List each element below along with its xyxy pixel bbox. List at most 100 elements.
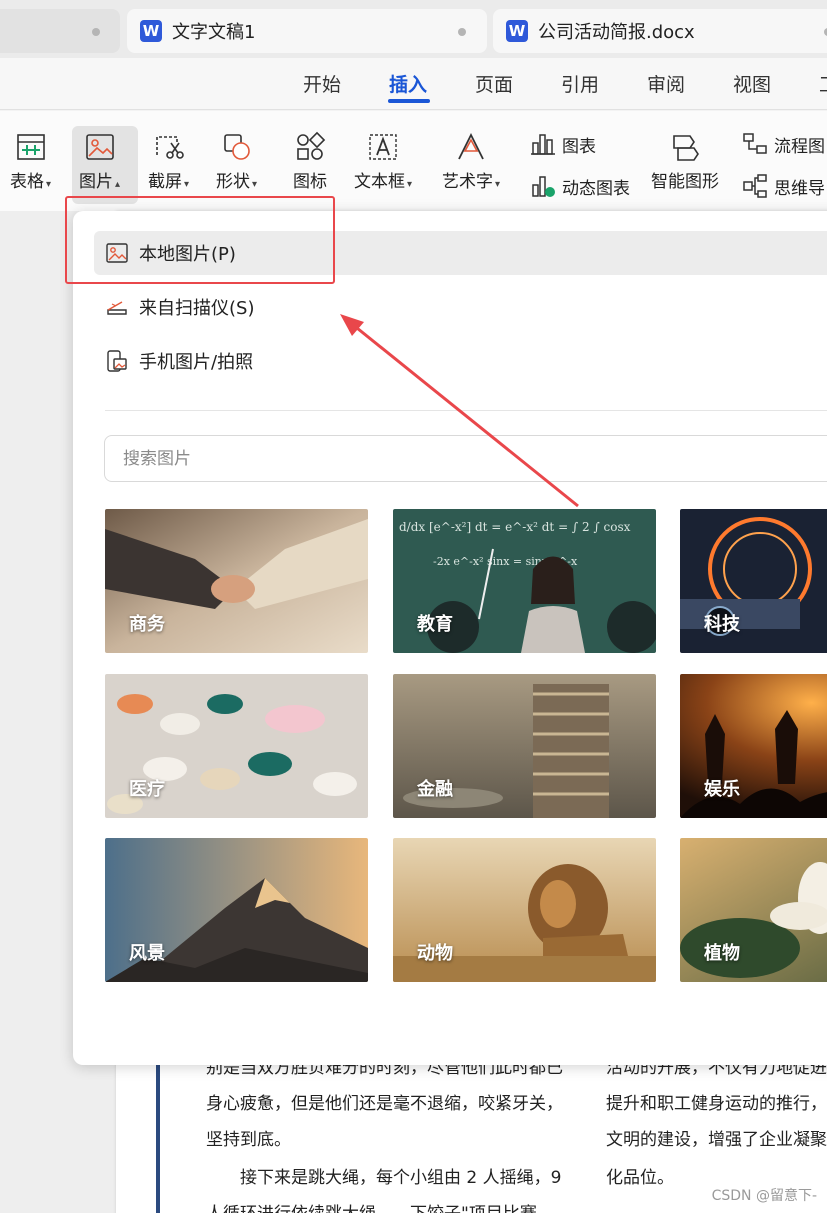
wordart-label: 艺术字 ▾ [442, 172, 501, 192]
icon-button[interactable]: 图标 [293, 131, 327, 192]
tab-close-dot[interactable] [92, 28, 100, 36]
document-line: 人循环进行依续跳大绳……下饺子"项目比赛 [206, 1196, 537, 1213]
textbox-icon [369, 134, 397, 160]
tab-title: 文字文稿1 [172, 22, 256, 43]
chevron-down-icon: ▾ [252, 179, 258, 190]
flowchart-label: 流程图 [774, 136, 825, 157]
picture-icon [85, 134, 114, 160]
document-line: 坚持到底。 [206, 1130, 291, 1150]
smart-graphic-button[interactable]: 智能图形 [651, 131, 719, 192]
smart-graphic-label: 智能图形 [651, 172, 719, 192]
scanner-label: 来自扫描仪(S) [139, 298, 255, 319]
picture-search-box[interactable] [104, 435, 827, 482]
technology-image [680, 509, 827, 653]
category-label: 植物 [704, 943, 740, 964]
svg-text:d/dx [e^-x²] dt = e^-x² dt = ∫: d/dx [e^-x²] dt = e^-x² dt = ∫ 2 ∫ cosx [399, 520, 631, 534]
word-logo-icon: W [140, 20, 162, 42]
textbox-label: 文本框 ▾ [354, 172, 413, 192]
plant-image [680, 838, 827, 982]
dynamic-chart-button[interactable]: 动态图表 [530, 173, 630, 199]
tab-previous[interactable] [0, 9, 120, 53]
menu-tab-view[interactable]: 视图 [733, 70, 771, 97]
category-tile-technology[interactable]: 科技 [680, 509, 827, 653]
table-button[interactable]: 表格 ▾ [10, 131, 51, 192]
document-line: 身心疲惫，但是他们还是毫不退缩，咬紧牙关， [206, 1094, 563, 1114]
icon-label: 图标 [293, 172, 327, 192]
menu-tab-home[interactable]: 开始 [303, 70, 341, 97]
page-left-rule [156, 1062, 160, 1213]
chart-button[interactable]: 图表 [530, 131, 596, 157]
mindmap-label: 思维导 [774, 178, 825, 199]
category-tile-finance[interactable]: 金融 [393, 674, 656, 818]
dynamic-chart-label: 动态图表 [562, 178, 630, 199]
category-label: 娱乐 [704, 779, 740, 800]
picture-label: 图片 ▴ [79, 172, 121, 192]
menu-tab-insert[interactable]: 插入 [389, 70, 427, 97]
flowchart-icon [743, 133, 767, 154]
icon-library-icon [297, 131, 326, 160]
category-tile-landscape[interactable]: 风景 [105, 838, 368, 982]
entertainment-image [680, 674, 827, 818]
picture-button[interactable]: 图片 ▴ [79, 131, 120, 192]
category-tile-education[interactable]: d/dx [e^-x²] dt = e^-x² dt = ∫ 2 ∫ cosx … [393, 509, 656, 653]
category-tile-medical[interactable]: 医疗 [105, 674, 368, 818]
tab-title: 公司活动简报.docx [538, 22, 695, 43]
shapes-icon [223, 134, 250, 160]
picture-search-input[interactable] [105, 436, 827, 481]
menu-tab-review[interactable]: 审阅 [647, 70, 685, 97]
document-line-right: 化品位。 [606, 1168, 674, 1188]
dynamic-chart-icon [532, 176, 555, 197]
document-line: 接下来是跳大绳，每个小组由 2 人摇绳，9 [240, 1168, 562, 1188]
category-tile-plant[interactable]: 植物 [680, 838, 827, 982]
scanner-icon [107, 301, 127, 315]
category-tile-animal[interactable]: 动物 [393, 838, 656, 982]
table-label: 表格 ▾ [10, 172, 52, 192]
phone-picture-icon [107, 350, 127, 372]
menu-tab-references[interactable]: 引用 [561, 70, 599, 97]
watermark: CSDN @留意下- [711, 1188, 817, 1204]
annotation-highlight-box [65, 196, 335, 284]
phone-picture-label: 手机图片/拍照 [139, 352, 254, 373]
tab-close-dot[interactable] [458, 28, 466, 36]
category-tile-business[interactable]: 商务 [105, 509, 368, 653]
category-label: 动物 [417, 943, 453, 964]
category-label: 金融 [417, 779, 453, 800]
tab-document-1[interactable]: W 文字文稿1 [127, 9, 487, 53]
screenshot-button[interactable]: 截屏 ▾ [148, 131, 189, 192]
phone-picture-item[interactable]: 手机图片/拍照 [103, 339, 253, 383]
mindmap-button[interactable]: 思维导 [742, 173, 825, 199]
wordart-button[interactable]: 艺术字 ▾ [442, 131, 500, 192]
document-line-right: 提升和职工健身运动的推行， [606, 1094, 827, 1114]
chevron-up-icon: ▴ [115, 179, 121, 190]
chart-label: 图表 [562, 136, 596, 157]
chevron-down-icon: ▾ [495, 179, 501, 190]
category-tile-entertainment[interactable]: 娱乐 [680, 674, 827, 818]
word-logo-icon: W [506, 20, 528, 42]
tab-bar: W 文字文稿1 W 公司活动简报.docx [0, 0, 827, 58]
active-tab-indicator [388, 99, 430, 103]
category-label: 教育 [417, 614, 453, 635]
wordart-icon [458, 132, 484, 160]
scanner-item[interactable]: 来自扫描仪(S) [103, 285, 254, 329]
category-label: 医疗 [129, 779, 165, 800]
screenshot-label: 截屏 ▾ [148, 172, 190, 192]
scissors-icon [155, 136, 184, 159]
category-label: 科技 [704, 614, 740, 635]
shape-label: 形状 ▾ [216, 172, 258, 192]
chevron-down-icon: ▾ [184, 179, 190, 190]
menu-tab-tools[interactable]: 工 [819, 70, 827, 97]
chevron-down-icon: ▾ [46, 179, 52, 190]
menu-tab-page[interactable]: 页面 [475, 70, 513, 97]
shape-button[interactable]: 形状 ▾ [216, 131, 257, 192]
mindmap-icon [743, 174, 767, 198]
picture-dropdown-panel: 本地图片(P) 来自扫描仪(S) 手机图片/拍照 商务 [73, 211, 827, 1065]
tab-document-2[interactable]: W 公司活动简报.docx [493, 9, 827, 53]
menu-divider [105, 410, 827, 411]
bar-chart-icon [531, 134, 555, 155]
category-label: 风景 [129, 943, 165, 964]
chevron-down-icon: ▾ [407, 179, 413, 190]
document-line-right: 文明的建设，增强了企业凝聚 [606, 1130, 827, 1150]
flowchart-button[interactable]: 流程图 [742, 131, 825, 157]
textbox-button[interactable]: 文本框 ▾ [354, 131, 412, 192]
smart-graphic-icon [673, 135, 699, 161]
